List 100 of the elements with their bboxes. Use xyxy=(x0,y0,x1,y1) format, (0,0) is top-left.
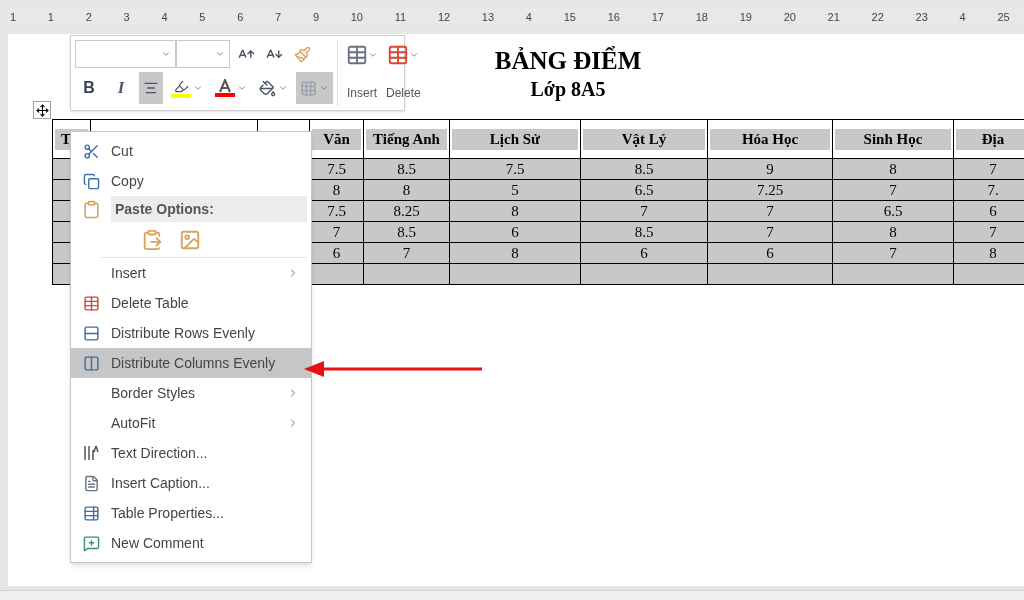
ruler-number: 18 xyxy=(694,10,709,26)
ruler-number: 16 xyxy=(606,10,621,26)
table-cell: 9 xyxy=(707,158,833,180)
caret-icon xyxy=(161,49,171,59)
menu-item[interactable]: Copy xyxy=(71,166,311,196)
column-header: Văn xyxy=(312,128,361,150)
ruler-number: 15 xyxy=(562,10,577,26)
table-cell: 8 xyxy=(363,179,450,201)
table-cell: 6.5 xyxy=(832,200,954,222)
column-header: Vật Lý xyxy=(583,128,705,150)
caret-icon xyxy=(368,50,378,60)
table-properties-icon xyxy=(82,504,100,522)
ruler-number: 10 xyxy=(349,10,364,26)
ruler-number: 1 xyxy=(46,10,55,26)
table-cell: 7 xyxy=(363,242,450,264)
font-field[interactable] xyxy=(75,40,176,68)
menu-item[interactable]: Distribute Columns Evenly xyxy=(71,348,311,378)
table-cell: 7 xyxy=(707,200,833,222)
table-cell: 7 xyxy=(832,179,954,201)
table-cell: 8 xyxy=(832,221,954,243)
table-cell: 8 xyxy=(832,158,954,180)
table-delete-icon xyxy=(387,44,410,66)
column-header: Lịch Sử xyxy=(452,128,578,150)
ruler-number: 22 xyxy=(870,10,885,26)
column-header: Địa xyxy=(956,128,1024,150)
table-delete-icon xyxy=(82,294,100,312)
table-cell: 8 xyxy=(953,242,1024,264)
table-cell: 8.25 xyxy=(363,200,450,222)
ruler-number: 23 xyxy=(914,10,929,26)
table-cell: 7 xyxy=(707,221,833,243)
caret-icon xyxy=(215,49,225,59)
ruler-number: 12 xyxy=(436,10,452,26)
columns-icon xyxy=(82,354,100,372)
table-cell: 8.5 xyxy=(363,158,450,180)
document-title: BẢNG ĐIỂM xyxy=(494,46,642,76)
ruler-number: 7 xyxy=(274,10,283,26)
ruler-number: 1 xyxy=(9,10,18,26)
table-cell: 6 xyxy=(953,200,1024,222)
document-subtitle: Lớp 8A5 xyxy=(530,77,606,102)
caret-icon xyxy=(409,50,420,60)
table-cell: 6 xyxy=(707,242,833,264)
caret-icon xyxy=(319,83,329,93)
text-direction-icon xyxy=(82,444,100,462)
letter-a-icon xyxy=(218,79,232,93)
menu-item[interactable]: AutoFit xyxy=(71,408,311,438)
document-icon xyxy=(82,474,100,492)
italic-button[interactable]: I xyxy=(107,72,135,104)
column-header: Hóa Học xyxy=(710,128,830,150)
caret-icon xyxy=(237,83,247,93)
ruler-number: 21 xyxy=(826,10,841,26)
menu-item[interactable]: Insert Caption... xyxy=(71,468,311,498)
ruler-number: 9 xyxy=(311,10,320,26)
ruler-number: 11 xyxy=(393,10,408,26)
menu-item[interactable]: Table Properties... xyxy=(71,498,311,528)
align-button[interactable] xyxy=(139,72,163,104)
ruler-number: 19 xyxy=(738,10,753,26)
column-header: Tiếng Anh xyxy=(366,128,447,150)
delete-table-button[interactable]: Delete xyxy=(386,40,421,106)
table-cell: 8.5 xyxy=(580,221,708,243)
paste-picture-button[interactable] xyxy=(179,228,201,251)
menu-item[interactable]: Delete Table xyxy=(71,288,311,318)
table-insert-icon xyxy=(346,44,368,66)
table-cell: 7 xyxy=(580,200,708,222)
table-cell: 8.5 xyxy=(363,221,450,243)
bold-button[interactable]: B xyxy=(75,72,103,104)
menu-item[interactable]: New Comment xyxy=(71,528,311,558)
insert-table-button[interactable]: Insert xyxy=(346,40,378,106)
ruler-number: 5 xyxy=(198,10,207,26)
menu-item[interactable]: Text Direction... xyxy=(71,438,311,468)
menu-header: Paste Options: xyxy=(111,196,307,222)
ruler-number: 6 xyxy=(236,10,245,26)
table-cell: 7 xyxy=(832,242,954,264)
align-center-icon xyxy=(143,80,159,96)
table-cell: 8.5 xyxy=(580,158,708,180)
table-cell: 6.5 xyxy=(580,179,708,201)
table-move-handle[interactable] xyxy=(33,101,51,119)
comment-icon xyxy=(82,534,100,552)
ruler-number: 3 xyxy=(122,10,131,26)
table-cell: 7. xyxy=(953,179,1024,201)
column-header: Sinh Học xyxy=(835,128,951,150)
menu-item[interactable]: Insert xyxy=(71,258,311,288)
table-cell: 7 xyxy=(953,221,1024,243)
menu-item[interactable]: Distribute Rows Evenly xyxy=(71,318,311,348)
table-cell: 8 xyxy=(449,200,581,222)
scissors-icon xyxy=(82,142,100,160)
ruler-number: 25 xyxy=(996,10,1011,26)
table-cell: 8 xyxy=(449,242,581,264)
caret-icon xyxy=(278,83,288,93)
copy-icon xyxy=(82,172,100,190)
size-field[interactable] xyxy=(176,40,230,68)
paste-button[interactable] xyxy=(141,228,163,251)
ruler-number: 13 xyxy=(480,10,496,26)
menu-item[interactable]: Border Styles xyxy=(71,378,311,408)
ruler-number: 4 xyxy=(160,10,169,26)
caret-icon xyxy=(193,83,203,93)
borders-icon xyxy=(300,79,317,97)
ruler-number: 4 xyxy=(958,10,967,26)
table-cell xyxy=(953,263,1024,285)
table-cell: 7 xyxy=(953,158,1024,180)
table-cell: 7.5 xyxy=(449,158,581,180)
